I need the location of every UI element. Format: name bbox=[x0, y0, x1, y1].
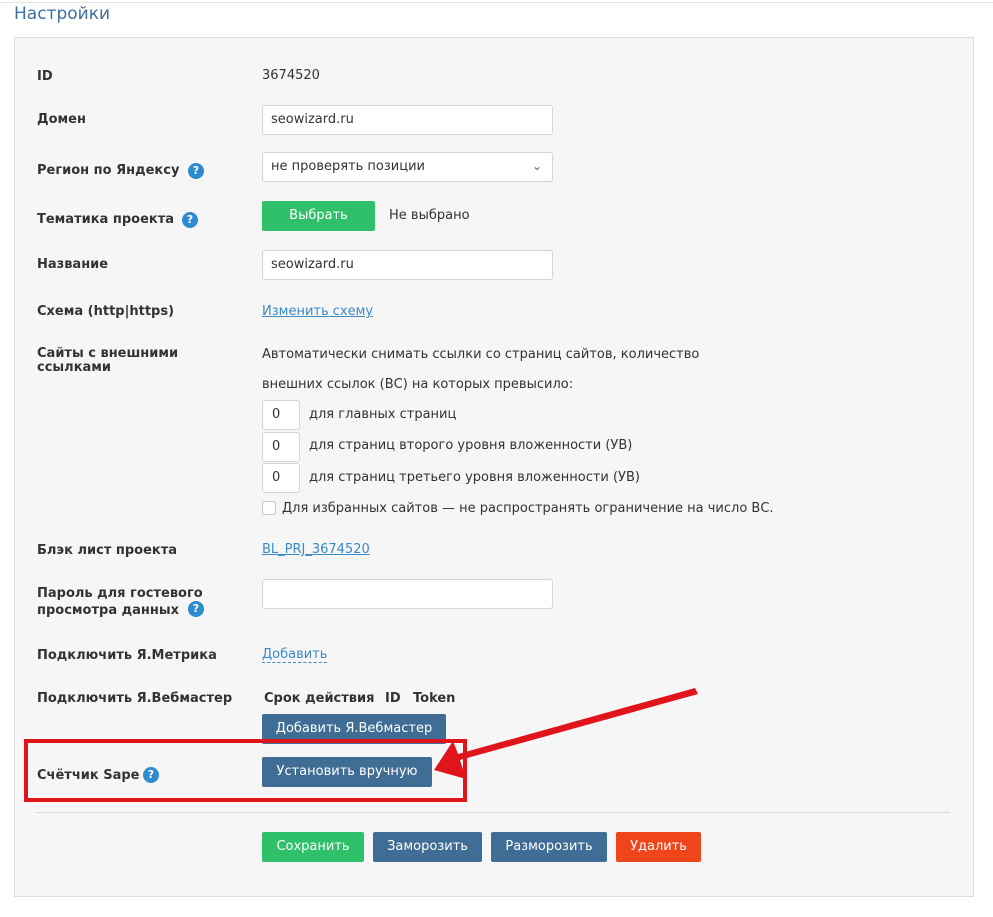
theme-status: Не выбрано bbox=[389, 208, 470, 223]
main-pages-limit-label: для главных страниц bbox=[309, 407, 457, 422]
id-value: 3674520 bbox=[262, 68, 320, 83]
favorites-exception-label: Для избранных сайтов — не распространять… bbox=[282, 501, 774, 516]
third-level-limit-input[interactable]: 0 bbox=[262, 463, 300, 493]
guest-password-help-icon[interactable]: ? bbox=[188, 601, 204, 617]
scheme-label: Схема (http|https) bbox=[37, 304, 175, 319]
name-label: Название bbox=[37, 257, 109, 272]
external-label-line2: ссылками bbox=[37, 360, 112, 375]
third-level-limit-label: для страниц третьего уровня вложенности … bbox=[309, 470, 640, 485]
guest-password-label-line1: Пароль для гостевого bbox=[37, 586, 203, 601]
region-select[interactable]: не проверять позиции ⌄ bbox=[262, 152, 553, 182]
blacklist-link[interactable]: BL_PRJ_3674520 bbox=[262, 542, 370, 557]
guest-password-label-line2: просмотра данных bbox=[37, 603, 179, 618]
region-label: Регион по Яндексу bbox=[37, 163, 180, 178]
page-title: Настройки bbox=[14, 4, 111, 24]
choose-theme-button[interactable]: Выбрать bbox=[262, 201, 375, 231]
domain-input[interactable]: seowizard.ru bbox=[262, 105, 553, 135]
webmaster-label: Подключить Я.Вебмастер bbox=[37, 691, 233, 706]
second-level-limit-input[interactable]: 0 bbox=[262, 432, 300, 462]
add-metrika-link[interactable]: Добавить bbox=[262, 647, 328, 663]
actions-divider bbox=[37, 812, 950, 813]
domain-label: Домен bbox=[37, 112, 86, 127]
chevron-down-icon: ⌄ bbox=[531, 159, 542, 173]
freeze-button[interactable]: Заморозить bbox=[373, 832, 482, 862]
id-label: ID bbox=[37, 69, 53, 84]
metrika-label: Подключить Я.Метрика bbox=[37, 648, 217, 663]
region-select-value: не проверять позиции bbox=[271, 159, 425, 174]
main-pages-limit-input[interactable]: 0 bbox=[262, 400, 300, 430]
top-divider bbox=[0, 2, 993, 3]
favorites-exception-checkbox[interactable] bbox=[262, 501, 276, 515]
unfreeze-button[interactable]: Разморозить bbox=[491, 832, 607, 862]
second-level-limit-label: для страниц второго уровня вложенности (… bbox=[309, 438, 633, 453]
theme-help-icon[interactable]: ? bbox=[182, 212, 198, 228]
name-input[interactable]: seowizard.ru bbox=[262, 250, 553, 280]
webmaster-col-id: ID bbox=[385, 691, 401, 706]
external-description-line1: Автоматически снимать ссылки со страниц … bbox=[262, 347, 700, 362]
region-help-icon[interactable]: ? bbox=[188, 163, 204, 179]
delete-button[interactable]: Удалить bbox=[616, 832, 701, 862]
save-button[interactable]: Сохранить bbox=[262, 832, 364, 862]
guest-password-input[interactable] bbox=[262, 579, 553, 609]
red-arrow-icon bbox=[434, 688, 698, 779]
blacklist-label: Блэк лист проекта bbox=[37, 543, 178, 558]
external-description-line2: внешних ссылок (ВС) на которых превысило… bbox=[262, 377, 574, 392]
change-scheme-link[interactable]: Изменить схему bbox=[262, 304, 373, 319]
annotation-highlight-box bbox=[24, 739, 467, 802]
webmaster-col-term: Срок действия bbox=[264, 691, 375, 706]
theme-label: Тематика проекта bbox=[37, 212, 175, 227]
